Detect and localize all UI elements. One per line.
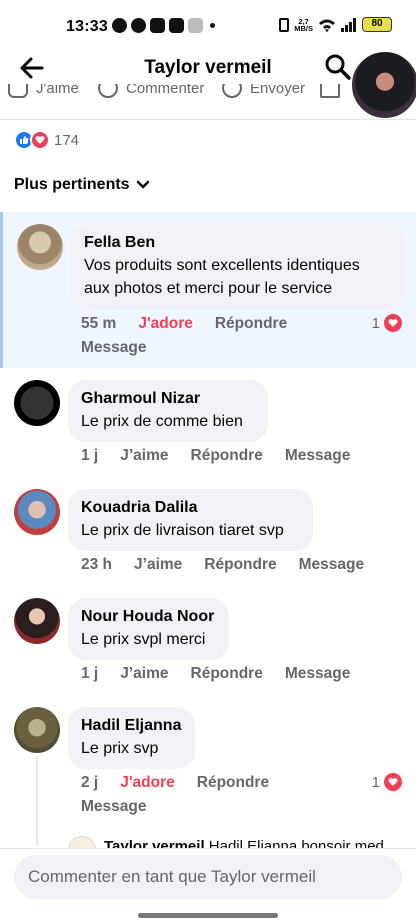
avatar[interactable] <box>14 489 60 535</box>
comment-text: Le prix svp <box>81 740 159 757</box>
search-icon <box>325 54 351 80</box>
comment-bubble: Hadil Eljanna Le prix svp <box>68 707 195 769</box>
comment-input[interactable] <box>14 855 402 899</box>
search-button[interactable] <box>324 53 352 86</box>
avatar[interactable] <box>14 380 60 426</box>
reply-button[interactable]: Répondre <box>204 556 276 574</box>
battery-indicator: 80 <box>362 17 392 32</box>
system-icons: 2,7 MB/S 80 <box>279 17 392 32</box>
signal-icon <box>341 17 356 32</box>
send-action[interactable]: Envoyer <box>222 84 305 98</box>
like-action[interactable]: J'aime <box>8 84 79 98</box>
comment-meta: 1 j J’aime Répondre Message <box>81 447 372 465</box>
whatsapp-icon <box>222 84 242 98</box>
comment-time: 1 j <box>81 447 99 464</box>
more-notifications-dot <box>210 23 215 28</box>
comment-meta: 23 h J’aime Répondre Message <box>81 556 386 574</box>
status-bar: 13:33 2,7 MB/S 80 <box>0 0 416 48</box>
avatar[interactable] <box>14 707 60 753</box>
comment-text: Le prix de comme bien <box>81 413 243 430</box>
message-button[interactable]: Message <box>81 798 146 816</box>
reply-button[interactable]: Répondre <box>191 665 263 683</box>
love-reaction-button[interactable]: J'adore <box>120 774 175 792</box>
thumbs-up-icon <box>8 84 28 98</box>
message-button[interactable]: Message <box>299 556 364 574</box>
comment-time: 23 h <box>81 556 113 573</box>
commenter-name[interactable]: Gharmoul Nizar <box>81 388 255 410</box>
messenger-icon <box>112 18 127 33</box>
comment-text: aux photos et merci pour le service <box>84 280 333 297</box>
comment-item: Hadil Eljanna Le prix svp 2 j J'adore Ré… <box>0 707 416 827</box>
message-button[interactable]: Message <box>285 665 350 683</box>
comment-item: Fella Ben Vos produits sont excellents i… <box>0 212 416 368</box>
comment-item: Kouadria Dalila Le prix de livraison tia… <box>0 489 416 589</box>
like-button[interactable]: J’aime <box>120 447 168 465</box>
telegram-icon <box>131 18 146 33</box>
avatar[interactable] <box>17 224 63 270</box>
tiktok-icon <box>188 18 203 33</box>
reply-button[interactable]: Répondre <box>197 774 269 792</box>
comment-item: Gharmoul Nizar Le prix de comme bien 1 j… <box>0 380 416 480</box>
comment-reaction-count[interactable]: 1 <box>372 314 402 332</box>
reply-button[interactable]: Répondre <box>215 315 287 333</box>
avatar[interactable] <box>14 598 60 644</box>
share-action[interactable] <box>320 84 340 98</box>
heart-icon <box>384 314 402 332</box>
wifi-icon <box>319 19 335 32</box>
network-speed: 2,7 MB/S <box>294 16 313 33</box>
comment-time: 2 j <box>81 774 99 791</box>
notification-icons <box>112 18 215 33</box>
chevron-down-icon <box>136 180 149 189</box>
like-button[interactable]: J’aime <box>120 665 168 683</box>
commenter-name[interactable]: Fella Ben <box>84 232 392 254</box>
comment-composer <box>0 848 416 924</box>
like-button[interactable]: J’aime <box>134 556 182 574</box>
comment-time: 55 m <box>81 315 117 332</box>
message-button[interactable]: Message <box>81 339 146 357</box>
post-action-bar: J'aime Commenter Envoyer <box>0 84 416 120</box>
comment-reaction-count[interactable]: 1 <box>372 773 402 791</box>
reaction-summary[interactable]: 174 <box>14 130 79 150</box>
heart-icon <box>384 773 402 791</box>
comment-icon <box>98 84 118 98</box>
comment-meta: 2 j J'adore Répondre <box>81 774 291 792</box>
commenter-name[interactable]: Nour Houda Noor <box>81 606 216 628</box>
vibrate-icon <box>279 17 290 32</box>
app-icon <box>169 18 184 33</box>
sort-label: Plus pertinents <box>14 176 130 193</box>
comment-action[interactable]: Commenter <box>98 84 204 98</box>
comment-item: Nour Houda Noor Le prix svpl merci 1 j J… <box>0 598 416 698</box>
comment-text: Le prix de livraison tiaret svp <box>81 522 284 539</box>
sort-dropdown[interactable]: Plus pertinents <box>14 176 150 194</box>
love-reaction-button[interactable]: J'adore <box>138 315 193 333</box>
reply-button[interactable]: Répondre <box>191 447 263 465</box>
sync-icon <box>150 18 165 33</box>
commenter-name[interactable]: Hadil Eljanna <box>81 715 182 737</box>
love-reaction-icon <box>30 130 50 150</box>
comment-meta: 1 j J’aime Répondre Message <box>81 665 372 683</box>
share-icon <box>320 84 340 98</box>
commenter-name[interactable]: Kouadria Dalila <box>81 497 300 519</box>
message-button[interactable]: Message <box>285 447 350 465</box>
comment-bubble: Nour Houda Noor Le prix svpl merci <box>68 598 229 660</box>
comment-text: Le prix svpl merci <box>81 631 206 648</box>
home-indicator[interactable] <box>138 913 278 918</box>
comment-bubble: Gharmoul Nizar Le prix de comme bien <box>68 380 268 442</box>
reaction-count: 174 <box>54 131 80 149</box>
comment-text: Vos produits sont excellents identiques <box>84 257 360 274</box>
comment-bubble: Kouadria Dalila Le prix de livraison tia… <box>68 489 313 551</box>
comment-meta: 55 m J'adore Répondre <box>81 315 309 333</box>
comment-time: 1 j <box>81 665 99 682</box>
status-time: 13:33 <box>66 18 108 35</box>
comment-bubble: Fella Ben Vos produits sont excellents i… <box>71 224 405 309</box>
